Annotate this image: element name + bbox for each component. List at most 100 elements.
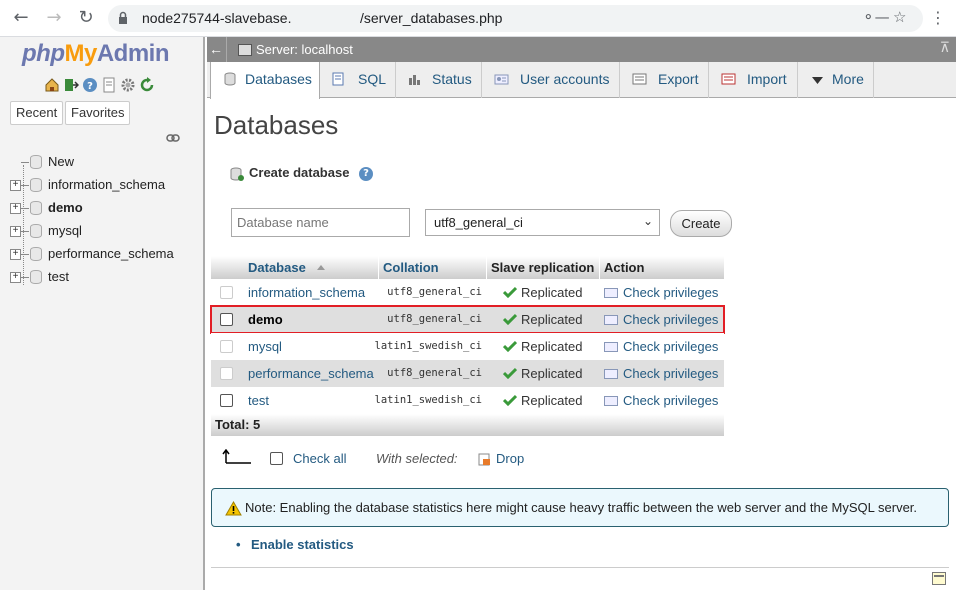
- check-privileges-link[interactable]: Check privileges: [623, 366, 718, 381]
- console-icon[interactable]: [932, 572, 946, 585]
- row-checkbox[interactable]: [220, 286, 233, 299]
- link-chain-icon[interactable]: [166, 133, 180, 143]
- database-link[interactable]: test: [248, 393, 269, 408]
- checkmark-icon: [503, 394, 517, 406]
- collapse-navigation-icon[interactable]: ←: [207, 39, 225, 59]
- database-link[interactable]: information_schema: [248, 285, 365, 300]
- tree-item-mysql[interactable]: + mysql: [8, 220, 203, 243]
- expand-icon[interactable]: +: [10, 226, 21, 237]
- replication-status: Replicated: [521, 366, 583, 381]
- new-database-icon: [30, 155, 42, 169]
- database-link[interactable]: mysql: [248, 339, 282, 354]
- collation-value: utf8_general_ci: [387, 286, 482, 298]
- tree-item-performance-schema[interactable]: + performance_schema: [8, 243, 203, 266]
- table-row: demo utf8_general_ci Replicated Check pr…: [210, 305, 725, 334]
- checkmark-icon: [503, 286, 517, 298]
- phpmyadmin-logo[interactable]: phpMyAdmin: [22, 40, 170, 68]
- address-bar[interactable]: node275744-slavebase. /server_databases.…: [108, 5, 923, 32]
- database-link[interactable]: performance_schema: [248, 366, 374, 381]
- help-icon[interactable]: ?: [82, 77, 98, 93]
- tab-more[interactable]: More: [798, 62, 874, 98]
- import-icon: [721, 73, 736, 85]
- status-chart-icon: [409, 75, 420, 85]
- server-breadcrumb[interactable]: Server: localhost: [256, 42, 353, 57]
- checkmark-icon: [503, 313, 517, 325]
- server-icon: [238, 44, 252, 56]
- tab-export[interactable]: Export: [620, 62, 709, 98]
- main-tabs: Databases SQL Status User accounts Expor…: [207, 62, 956, 99]
- warning-icon: [225, 501, 242, 516]
- check-privileges-link[interactable]: Check privileges: [623, 312, 718, 327]
- url-path: /server_databases.php: [360, 10, 503, 26]
- nav-icons-row: ?: [44, 77, 158, 95]
- user-accounts-icon: [494, 74, 509, 85]
- favorites-button[interactable]: Favorites: [65, 101, 131, 125]
- check-privileges-link[interactable]: Check privileges: [623, 393, 718, 408]
- recent-button[interactable]: Recent: [10, 101, 64, 125]
- database-name-input[interactable]: [231, 208, 410, 237]
- check-all-label[interactable]: Check all: [293, 451, 346, 466]
- column-header-collation[interactable]: Collation: [383, 260, 439, 275]
- home-icon[interactable]: [44, 77, 60, 93]
- url-host: node275744-slavebase.: [142, 10, 292, 26]
- reload-navigation-icon[interactable]: [139, 77, 155, 93]
- forward-arrow-icon[interactable]: →: [43, 7, 65, 29]
- reload-icon[interactable]: ↻: [75, 7, 97, 29]
- drop-icon[interactable]: [477, 452, 491, 466]
- logout-icon[interactable]: [63, 77, 80, 93]
- replication-status: Replicated: [521, 339, 583, 354]
- tab-databases[interactable]: Databases: [210, 62, 320, 99]
- tab-import[interactable]: Import: [709, 62, 798, 98]
- sort-ascending-icon[interactable]: [317, 265, 325, 270]
- browser-menu-icon[interactable]: ⋮: [930, 8, 946, 28]
- collapse-top-icon[interactable]: ⊼: [940, 39, 950, 56]
- key-icon[interactable]: ⚬—: [862, 8, 890, 26]
- row-checkbox[interactable]: [220, 340, 233, 353]
- enable-statistics-link[interactable]: Enable statistics: [251, 537, 354, 552]
- tab-sql[interactable]: SQL: [320, 62, 396, 98]
- privileges-icon: [604, 315, 618, 325]
- check-privileges-link[interactable]: Check privileges: [623, 339, 718, 354]
- row-checkbox[interactable]: [220, 313, 233, 326]
- tree-item-new[interactable]: New: [8, 151, 203, 174]
- caret-down-icon: [812, 77, 823, 84]
- expand-icon[interactable]: +: [10, 249, 21, 260]
- checkmark-icon: [503, 367, 517, 379]
- row-checkbox[interactable]: [220, 394, 233, 407]
- tree-item-information-schema[interactable]: + information_schema: [8, 174, 203, 197]
- expand-icon[interactable]: +: [10, 272, 21, 283]
- chevron-down-icon: ⌄: [642, 214, 653, 228]
- expand-icon[interactable]: +: [10, 203, 21, 214]
- help-icon[interactable]: ?: [359, 167, 373, 181]
- navigation-panel: phpMyAdmin ? Recent Favorites New + info…: [0, 37, 205, 590]
- star-icon[interactable]: ☆: [893, 8, 906, 26]
- database-link[interactable]: demo: [248, 312, 283, 327]
- tree-item-test[interactable]: + test: [8, 266, 203, 289]
- back-arrow-icon[interactable]: ←: [10, 7, 32, 29]
- row-checkbox[interactable]: [220, 367, 233, 380]
- database-tree: New + information_schema + demo + mysql …: [8, 151, 203, 289]
- database-icon: [30, 178, 42, 192]
- column-header-database[interactable]: Database: [248, 260, 306, 275]
- documentation-icon[interactable]: [101, 77, 117, 93]
- expand-icon[interactable]: +: [10, 180, 21, 191]
- tab-user-accounts[interactable]: User accounts: [482, 62, 620, 98]
- check-privileges-link[interactable]: Check privileges: [623, 285, 718, 300]
- database-icon: [30, 270, 42, 284]
- browser-toolbar: ← → ↻ node275744-slavebase. /server_data…: [0, 0, 956, 37]
- create-database-heading: Create database: [249, 165, 350, 180]
- replication-status: Replicated: [521, 312, 583, 327]
- replication-status: Replicated: [521, 285, 583, 300]
- table-row: test latin1_swedish_ci Replicated Check …: [211, 387, 724, 414]
- export-icon: [632, 73, 647, 85]
- settings-gear-icon[interactable]: [120, 77, 136, 93]
- drop-link[interactable]: Drop: [496, 451, 524, 466]
- with-selected-label: With selected:: [376, 451, 458, 466]
- check-all-checkbox[interactable]: [270, 452, 283, 465]
- sql-icon: [332, 72, 344, 86]
- tree-item-demo[interactable]: + demo: [8, 197, 203, 220]
- tab-status[interactable]: Status: [396, 62, 482, 98]
- collation-select[interactable]: utf8_general_ci ⌄: [425, 209, 660, 236]
- create-button[interactable]: Create: [670, 210, 732, 237]
- table-row: performance_schema utf8_general_ci Repli…: [211, 360, 724, 387]
